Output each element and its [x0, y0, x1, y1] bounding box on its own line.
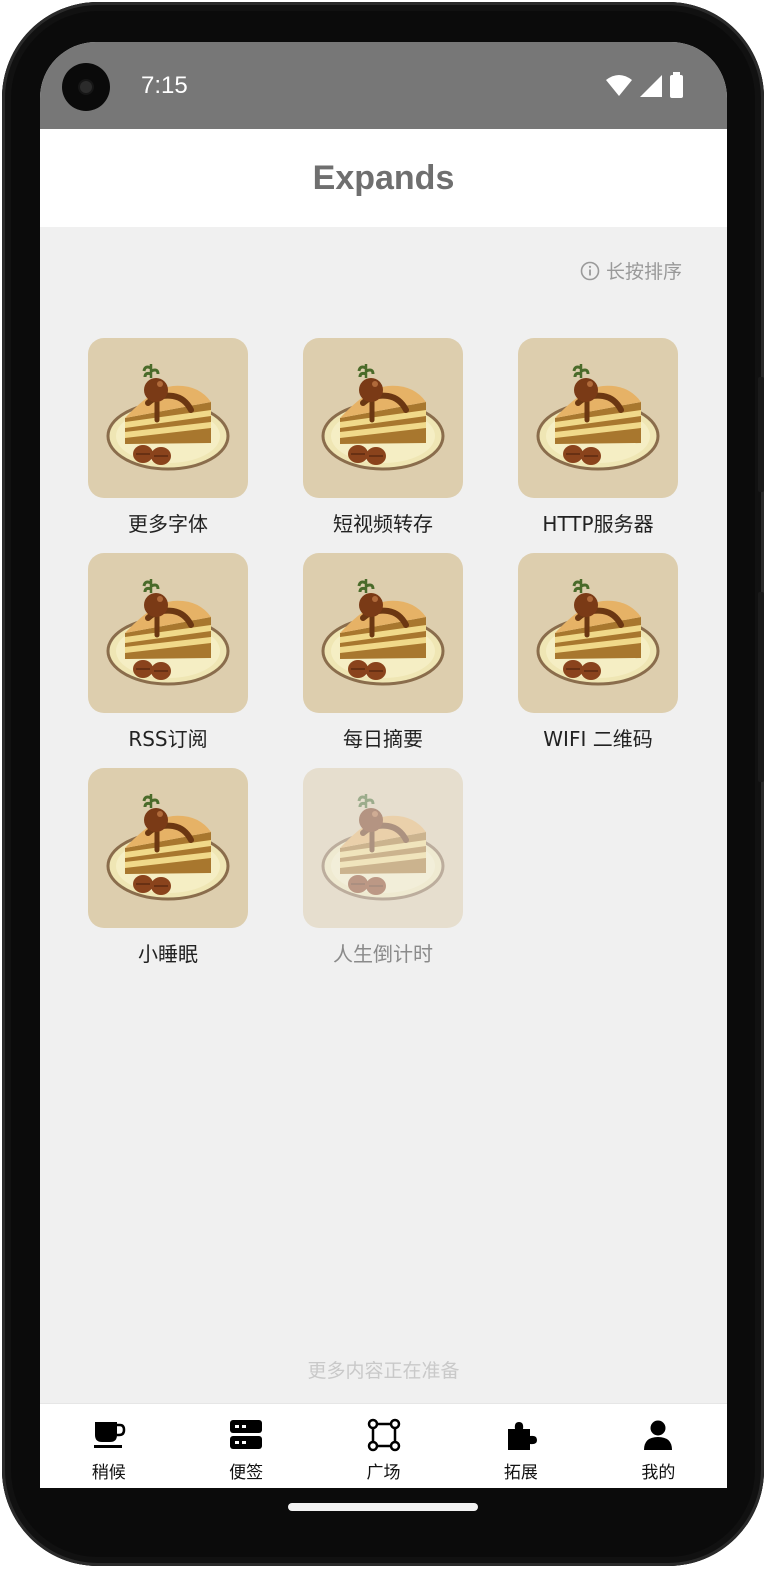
home-indicator[interactable]: [288, 1503, 478, 1511]
cake-icon: [88, 338, 248, 498]
nav-label: 广场: [366, 1463, 401, 1483]
extensions-grid: 更多字体 短视频转存 HTTP服务器 RSS订阅 每日摘要 WIFI 二维码 小…: [40, 338, 727, 998]
sort-hint-text: 长按排序: [605, 261, 682, 283]
extension-tile-video-save[interactable]: 短视频转存: [292, 338, 474, 537]
bottom-nav: 稍候 便签 广场 拓展 我的: [40, 1403, 727, 1488]
person-icon: [644, 1420, 673, 1450]
front-camera: [62, 63, 110, 111]
extension-label: 短视频转存: [333, 512, 433, 536]
extension-tile-nap[interactable]: 小睡眠: [77, 768, 259, 967]
extension-tile-wifi-qr[interactable]: WIFI 二维码: [507, 553, 689, 752]
info-icon: [580, 261, 600, 280]
cake-icon: [303, 338, 463, 498]
app-header: Expands: [40, 129, 727, 227]
cake-icon: [518, 338, 678, 498]
screen: 7:15 Expands 长按排序 更多字体 短视频转存 HTTP服务器 RSS…: [40, 42, 727, 1488]
cup-icon: [93, 1422, 125, 1448]
cake-icon: [88, 553, 248, 713]
extension-tile-daily-digest[interactable]: 每日摘要: [292, 553, 474, 752]
nav-label: 我的: [641, 1463, 676, 1483]
nav-item-later[interactable]: 稍候: [40, 1404, 177, 1488]
nav-label: 稍候: [91, 1463, 126, 1483]
extension-label: 人生倒计时: [333, 942, 433, 966]
nav-item-mine[interactable]: 我的: [590, 1404, 727, 1488]
cake-icon: [303, 768, 463, 928]
sort-hint: 长按排序: [580, 257, 682, 284]
page-title: Expands: [312, 158, 455, 197]
cake-icon: [303, 553, 463, 713]
phone-frame: 7:15 Expands 长按排序 更多字体 短视频转存 HTTP服务器 RSS…: [2, 2, 764, 1566]
extension-tile-http-server[interactable]: HTTP服务器: [507, 338, 689, 537]
extension-label: HTTP服务器: [542, 512, 654, 536]
puzzle-icon: [507, 1422, 537, 1450]
cake-icon: [88, 768, 248, 928]
status-icons: [606, 71, 683, 98]
power-button: [758, 377, 764, 492]
nav-label: 便签: [229, 1463, 264, 1483]
nav-item-notes[interactable]: 便签: [177, 1404, 314, 1488]
signal-icon: [640, 75, 662, 97]
footer-note: 更多内容正在准备: [307, 1360, 460, 1382]
battery-icon: [670, 71, 683, 98]
square-nodes-icon: [367, 1418, 400, 1452]
extension-label: 每日摘要: [343, 727, 423, 751]
status-time: 7:15: [141, 72, 188, 99]
nav-item-extensions[interactable]: 拓展: [452, 1404, 589, 1488]
nav-label: 拓展: [503, 1463, 538, 1483]
status-bar: 7:15: [40, 42, 727, 129]
wifi-icon: [606, 75, 632, 96]
extension-tile-rss[interactable]: RSS订阅: [77, 553, 259, 752]
extension-label: WIFI 二维码: [543, 727, 653, 751]
notes-icon: [230, 1420, 263, 1449]
extension-label: 更多字体: [128, 512, 208, 536]
volume-button: [758, 592, 764, 782]
extension-tile-life-countdown[interactable]: 人生倒计时: [292, 768, 474, 967]
extension-tile-fonts[interactable]: 更多字体: [77, 338, 259, 537]
extension-label: 小睡眠: [138, 942, 198, 966]
cake-icon: [518, 553, 678, 713]
extension-label: RSS订阅: [128, 727, 208, 751]
nav-item-square[interactable]: 广场: [315, 1404, 452, 1488]
